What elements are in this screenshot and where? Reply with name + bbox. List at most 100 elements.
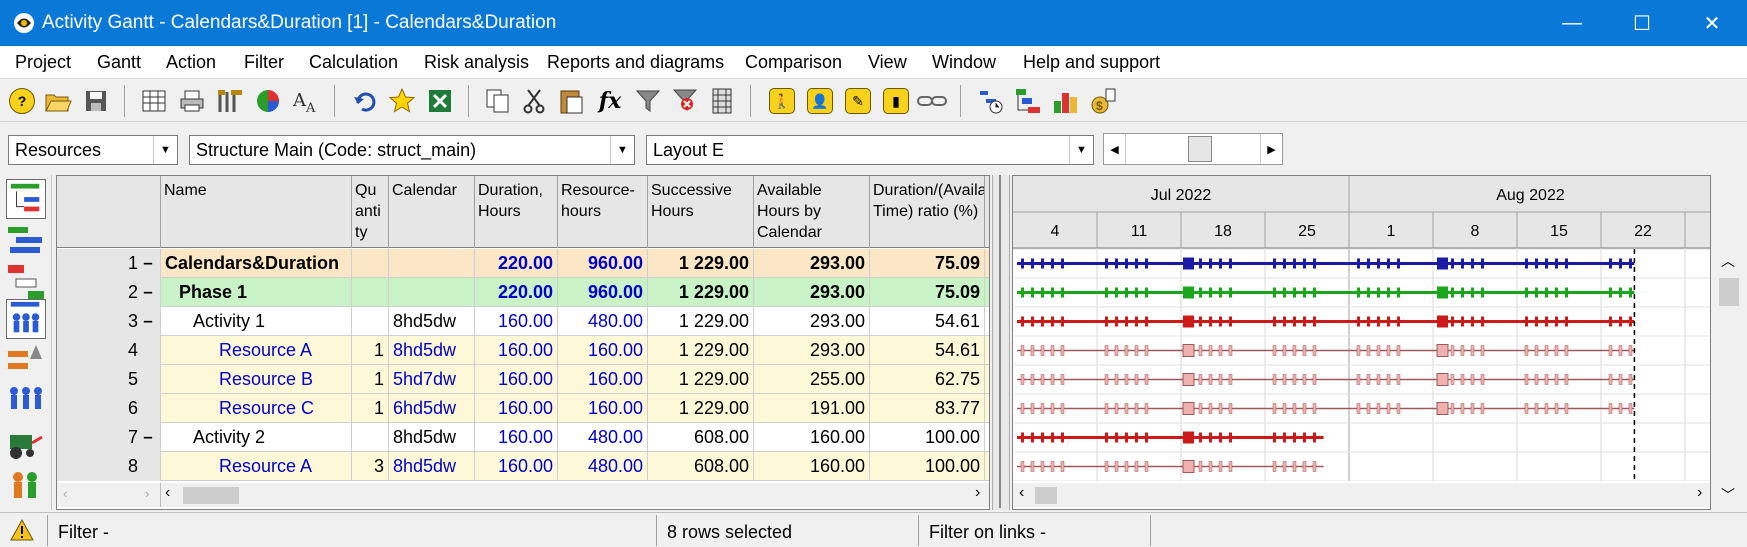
- zoom-slider[interactable]: ◀ ▶: [1103, 133, 1283, 165]
- minimize-button[interactable]: —: [1537, 0, 1607, 46]
- people-view-icon[interactable]: [6, 467, 46, 507]
- filter-icon[interactable]: [632, 85, 664, 117]
- table-icon[interactable]: [138, 85, 170, 117]
- slider-thumb[interactable]: [1188, 136, 1212, 162]
- table-row[interactable]: 4 Resource A 1 8hd5dw 160.00 160.00 1 229.00 29…: [57, 336, 989, 365]
- star-icon[interactable]: [386, 85, 418, 117]
- table-row[interactable]: 7– Activity 2 8hd5dw 160.00 480.00 608.00 160.…: [57, 423, 989, 452]
- gantt-bar[interactable]: [1017, 460, 1324, 473]
- cell-available[interactable]: 191.00: [754, 394, 870, 423]
- chevron-down-icon[interactable]: ▼: [610, 136, 634, 164]
- cell-calendar[interactable]: 8hd5dw: [389, 423, 475, 452]
- row-number[interactable]: 5: [57, 365, 161, 394]
- maximize-button[interactable]: ☐: [1607, 0, 1677, 46]
- cell-resource-hours[interactable]: 160.00: [558, 336, 648, 365]
- menu-reports-and-diagrams[interactable]: Reports and diagrams: [547, 52, 724, 73]
- grid-horizontal-scrollbar[interactable]: ‹ ›: [161, 483, 989, 507]
- open-folder-icon[interactable]: [42, 85, 74, 117]
- gantt-bar[interactable]: [1017, 286, 1635, 299]
- pie-chart-icon[interactable]: [252, 85, 284, 117]
- scrollbar-thumb[interactable]: [1719, 278, 1739, 306]
- menu-gantt[interactable]: Gantt: [97, 52, 141, 73]
- header-resource-hours[interactable]: Resource-hours: [558, 176, 648, 248]
- close-button[interactable]: ✕: [1677, 0, 1747, 46]
- cell-resource-hours[interactable]: 480.00: [558, 423, 648, 452]
- cell-successive[interactable]: 608.00: [648, 452, 754, 481]
- cell-ratio[interactable]: 62.75: [870, 365, 985, 394]
- header-duration[interactable]: Duration, Hours: [475, 176, 558, 248]
- gantt-bar[interactable]: [1017, 402, 1635, 415]
- cell-available[interactable]: 293.00: [754, 278, 870, 307]
- cell-calendar[interactable]: 8hd5dw: [389, 307, 475, 336]
- menu-filter[interactable]: Filter: [244, 52, 284, 73]
- cell-duration[interactable]: 160.00: [475, 452, 558, 481]
- gantt-horizontal-scrollbar[interactable]: ‹ ›: [1013, 483, 1710, 507]
- cell-successive[interactable]: 1 229.00: [648, 278, 754, 307]
- gantt-bar[interactable]: [1017, 344, 1635, 357]
- tools-icon[interactable]: [214, 85, 246, 117]
- gantt-structure-icon[interactable]: [1012, 85, 1044, 117]
- menu-project[interactable]: Project: [15, 52, 71, 73]
- resource-tools-view-icon[interactable]: [6, 341, 46, 381]
- cell-qty[interactable]: [352, 249, 389, 278]
- scrollbar-thumb[interactable]: [183, 487, 239, 504]
- cell-resource-hours[interactable]: 480.00: [558, 452, 648, 481]
- collapse-toggle[interactable]: –: [141, 427, 155, 447]
- cell-qty[interactable]: 3: [352, 452, 389, 481]
- menu-help-and-support[interactable]: Help and support: [1023, 52, 1160, 73]
- collapse-toggle[interactable]: –: [141, 282, 155, 302]
- cell-ratio[interactable]: 100.00: [870, 423, 985, 452]
- collapse-toggle[interactable]: –: [141, 253, 155, 273]
- header-quantity[interactable]: Qu anti ty: [352, 176, 389, 248]
- cell-qty[interactable]: [352, 278, 389, 307]
- resource-person-icon[interactable]: 👤: [804, 85, 836, 117]
- menu-comparison[interactable]: Comparison: [745, 52, 842, 73]
- row-header-scrollbar[interactable]: ‹ ›: [57, 483, 161, 507]
- collapse-toggle[interactable]: –: [141, 311, 155, 331]
- cell-duration[interactable]: 220.00: [475, 278, 558, 307]
- gantt-canvas[interactable]: Jul 2022Aug 2022411182518152229: [1013, 176, 1711, 481]
- gantt-vertical-scrollbar[interactable]: ︿ ﹀: [1711, 175, 1747, 510]
- header-calendar[interactable]: Calendar: [389, 176, 475, 248]
- cell-available[interactable]: 293.00: [754, 249, 870, 278]
- excel-icon[interactable]: [424, 85, 456, 117]
- header-available-hours[interactable]: Available Hours by Calendar: [754, 176, 870, 248]
- resource-walk-icon[interactable]: 🚶: [766, 85, 798, 117]
- cell-ratio[interactable]: 100.00: [870, 452, 985, 481]
- header-successive-hours[interactable]: Successive Hours: [648, 176, 754, 248]
- menu-view[interactable]: View: [868, 52, 907, 73]
- cell-duration[interactable]: 220.00: [475, 249, 558, 278]
- cell-available[interactable]: 293.00: [754, 307, 870, 336]
- table-row[interactable]: 5 Resource B 1 5hd7dw 160.00 160.00 1 229.00 25…: [57, 365, 989, 394]
- scroll-right-arrow-icon[interactable]: ›: [145, 486, 149, 501]
- cell-available[interactable]: 160.00: [754, 452, 870, 481]
- scroll-right-arrow-icon[interactable]: ›: [975, 484, 980, 502]
- font-icon[interactable]: AA: [290, 85, 322, 117]
- menu-calculation[interactable]: Calculation: [309, 52, 398, 73]
- layout-select[interactable]: Layout E ▼: [646, 135, 1094, 165]
- cost-icon[interactable]: $: [1088, 85, 1120, 117]
- save-icon[interactable]: [80, 85, 112, 117]
- splitter[interactable]: [992, 175, 1010, 510]
- gantt-bar[interactable]: [1017, 257, 1635, 270]
- cell-ratio[interactable]: 54.61: [870, 336, 985, 365]
- cell-calendar[interactable]: 6hd5dw: [389, 394, 475, 423]
- chevron-down-icon[interactable]: ▼: [153, 136, 177, 164]
- cell-calendar[interactable]: [389, 249, 475, 278]
- table-row[interactable]: 1– Calendars&Duration 220.00 960.00 1 229.00…: [57, 249, 989, 278]
- team-view-icon[interactable]: [6, 381, 46, 421]
- cell-resource-hours[interactable]: 160.00: [558, 394, 648, 423]
- table-row[interactable]: 2– Phase 1 220.00 960.00 1 229.00 293.00 75.09: [57, 278, 989, 307]
- cell-calendar[interactable]: [389, 278, 475, 307]
- link-icon[interactable]: [916, 85, 948, 117]
- cell-calendar[interactable]: 8hd5dw: [389, 452, 475, 481]
- scrollbar-thumb[interactable]: [1035, 487, 1057, 504]
- copy-icon[interactable]: [482, 85, 514, 117]
- cell-name[interactable]: Resource B: [161, 365, 352, 394]
- header-name[interactable]: Name: [161, 176, 352, 248]
- structure-select[interactable]: Structure Main (Code: struct_main) ▼: [189, 135, 635, 165]
- row-number[interactable]: 8: [57, 452, 161, 481]
- table-row[interactable]: 3– Activity 1 8hd5dw 160.00 480.00 1 229.00 29…: [57, 307, 989, 336]
- header-duration-ratio[interactable]: Duration/(Available Time) ratio (%): [870, 176, 985, 248]
- menu-action[interactable]: Action: [166, 52, 216, 73]
